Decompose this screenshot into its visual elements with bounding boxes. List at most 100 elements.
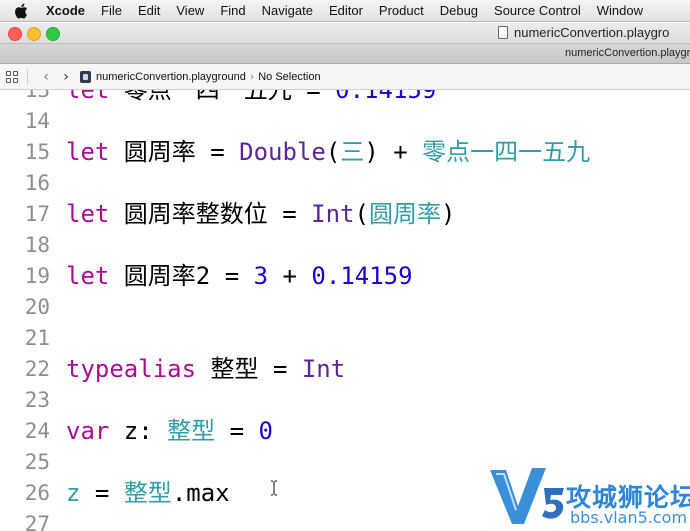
window-title-text: numericConvertion.playgro [514,25,670,40]
tab-bar: numericConvertion.playgro [0,43,690,64]
code-token: ( [354,200,369,228]
document-icon [498,26,508,39]
code-token: var [66,417,110,445]
text-cursor-icon [271,480,277,496]
code-token: 整型 [123,479,172,507]
line-number: 26 [24,481,50,505]
related-items-icon[interactable] [6,70,18,83]
line-number: 18 [24,233,50,257]
apple-menu-icon[interactable] [14,3,28,19]
zoom-window-button[interactable] [46,27,60,41]
code-token: .max [171,479,230,507]
line-number: 25 [24,450,50,474]
menu-debug[interactable]: Debug [432,3,486,18]
code-token: 三 [340,138,365,166]
code-text: let 零点一四一五九 = 0.14159 [66,90,436,106]
code-token: ) + [364,138,423,166]
line-number: 13 [24,90,50,102]
line-number: 24 [24,419,50,443]
menu-app-xcode[interactable]: Xcode [38,3,93,18]
code-token: ( [325,138,341,166]
menu-edit[interactable]: Edit [130,3,168,18]
code-token: 圆周率2 = [109,262,254,290]
code-token: 圆周率 = [109,138,240,166]
close-window-button[interactable] [8,27,22,41]
window-title: numericConvertion.playgro [498,25,669,40]
code-token: 3 [253,262,269,290]
code-token: + [268,262,312,290]
line-number: 23 [24,388,50,412]
menu-find[interactable]: Find [212,3,253,18]
playground-file-icon [80,70,91,83]
code-token: 0.14159 [335,90,437,104]
menu-product[interactable]: Product [371,3,432,18]
code-line[interactable]: 13 let 零点一四一五九 = 0.14159 [0,90,690,106]
code-token: 0 [258,417,273,445]
code-token: 圆周率 [368,200,441,228]
code-line[interactable]: 21 [0,323,690,354]
code-token: 圆周率整数位 = [109,200,312,228]
line-number: 17 [24,202,50,226]
code-line[interactable]: 19 let 圆周率2 = 3 + 0.14159 [0,261,690,292]
code-text: var z: 整型 = 0 [66,416,273,447]
breadcrumb-chevron-icon: › [249,70,255,83]
code-line[interactable]: 18 [0,230,690,261]
code-token: 0.14159 [311,262,413,290]
line-number: 19 [24,264,50,288]
breadcrumb-selection[interactable]: No Selection [258,71,320,83]
code-token: 零点一四一五九 = [109,90,336,104]
code-token: let [66,138,110,166]
code-line[interactable]: 22 typealias 整型 = Int [0,354,690,385]
menu-editor[interactable]: Editor [321,3,371,18]
menu-view[interactable]: View [168,3,212,18]
line-number: 15 [24,140,50,164]
minimize-window-button[interactable] [27,27,41,41]
code-token: z [66,479,81,507]
code-token: Int [311,200,355,228]
code-token: 整型 = [196,355,302,383]
code-line[interactable]: 16 [0,168,690,199]
menu-window[interactable]: Window [589,3,651,18]
code-token: let [66,200,110,228]
code-text: let 圆周率整数位 = Int(圆周率) [66,199,455,230]
code-token: 零点一四一五九 [422,138,591,166]
code-token: Double [239,138,326,166]
code-token: = [80,479,124,507]
line-number: 14 [24,109,50,133]
code-text: let 圆周率 = Double(三) + 零点一四一五九 [66,137,590,168]
code-token: let [66,90,110,104]
line-number: 16 [24,171,50,195]
line-number: 20 [24,295,50,319]
back-chevron-icon[interactable]: ‹ [36,69,56,85]
code-token: ) [440,200,456,228]
code-token: z: [109,417,168,445]
menu-bar: Xcode File Edit View Find Navigate Edito… [0,0,690,22]
line-number: 22 [24,357,50,381]
code-text: z = 整型.max [66,478,230,509]
code-line[interactable]: 14 [0,106,690,137]
code-text: let 圆周率2 = 3 + 0.14159 [66,261,413,292]
menu-file[interactable]: File [93,3,130,18]
code-line[interactable]: 15 let 圆周率 = Double(三) + 零点一四一五九 [0,137,690,168]
forward-chevron-icon[interactable]: › [56,69,76,85]
window-title-bar: numericConvertion.playgro [0,23,690,43]
jump-bar-divider [27,68,28,85]
code-line[interactable]: 20 [0,292,690,323]
watermark-url: bbs.vlan5.com [570,508,688,527]
breadcrumb-file[interactable]: numericConvertion.playground [96,71,246,83]
code-token: = [215,417,259,445]
menu-source-control[interactable]: Source Control [486,3,589,18]
code-token: 整型 [167,417,216,445]
code-text: typealias 整型 = Int [66,354,345,385]
code-token: typealias [66,355,197,383]
code-token: let [66,262,110,290]
code-line[interactable]: 24 var z: 整型 = 0 [0,416,690,447]
code-line[interactable]: 17 let 圆周率整数位 = Int(圆周率) [0,199,690,230]
jump-bar: ‹ › numericConvertion.playground › No Se… [0,64,690,90]
code-line[interactable]: 23 [0,385,690,416]
line-number: 27 [24,512,50,531]
tab-playground[interactable]: numericConvertion.playgro [565,47,690,59]
code-token: Int [301,355,346,383]
line-number: 21 [24,326,50,350]
menu-navigate[interactable]: Navigate [254,3,321,18]
